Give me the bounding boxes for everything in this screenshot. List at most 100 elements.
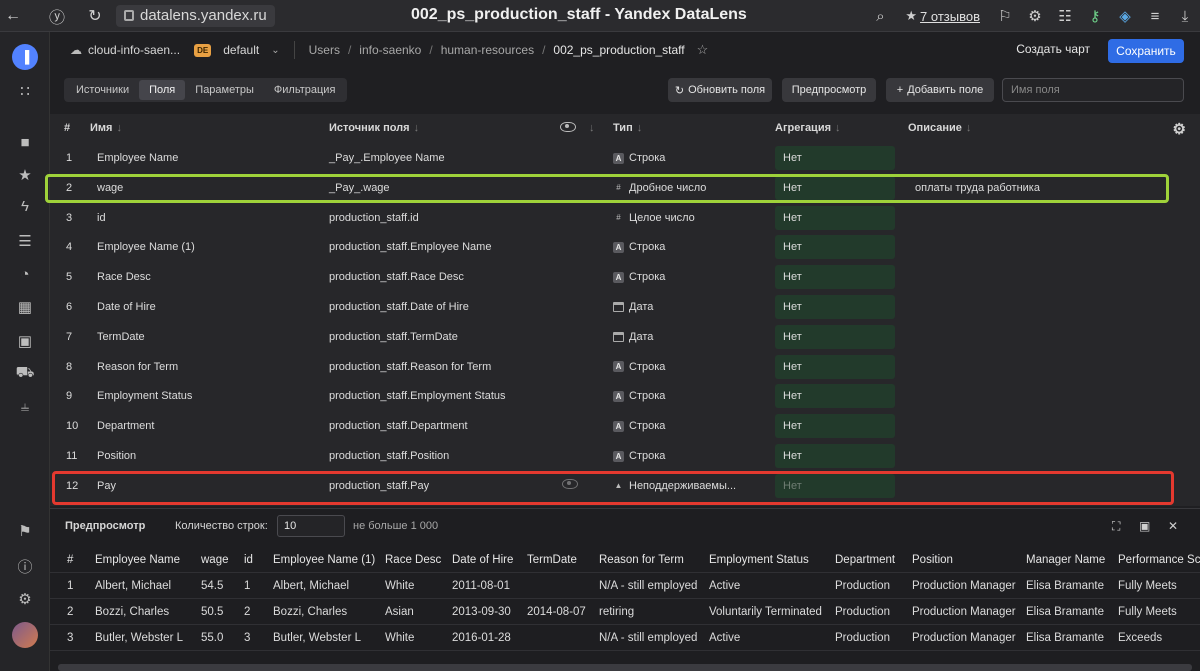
- header-aggregation[interactable]: Агрегация ↓: [775, 122, 841, 134]
- extension-icon[interactable]: ⚙: [1020, 0, 1050, 32]
- download-icon[interactable]: ⤓: [1170, 0, 1200, 32]
- field-source[interactable]: production_staff.id: [329, 212, 419, 224]
- header-type[interactable]: Тип ↓: [613, 122, 642, 134]
- notifications-icon[interactable]: ⚑: [0, 522, 50, 540]
- field-type-select[interactable]: A Строка: [613, 390, 665, 402]
- back-icon[interactable]: ←: [0, 0, 26, 32]
- aggregation-select[interactable]: Нет: [775, 324, 895, 349]
- tab-filtering[interactable]: Фильтрация: [264, 80, 345, 100]
- field-source[interactable]: production_staff.Reason for Term: [329, 361, 491, 373]
- user-avatar[interactable]: [12, 622, 38, 648]
- aggregation-select[interactable]: Нет: [775, 295, 895, 319]
- field-row[interactable]: 2 wage _Pay_.wage # Дробное число Нет оплаты т…: [50, 173, 1200, 203]
- field-name[interactable]: Position: [97, 450, 136, 462]
- aggregation-select[interactable]: Нет: [775, 175, 895, 200]
- field-name[interactable]: Department: [97, 420, 154, 432]
- field-type-select[interactable]: A Строка: [613, 361, 665, 373]
- aggregation-select[interactable]: Нет: [775, 205, 895, 230]
- apps-grid-icon[interactable]: ∷: [0, 82, 50, 100]
- field-type-select[interactable]: A Строка: [613, 152, 665, 164]
- field-type-select[interactable]: # Целое число: [613, 212, 695, 224]
- field-name[interactable]: id: [97, 212, 106, 224]
- preview-column-header[interactable]: TermDate: [527, 554, 577, 566]
- aggregation-select[interactable]: Нет: [775, 384, 895, 409]
- field-row[interactable]: 5 Race Desc production_staff.Race Desc A Стр…: [50, 262, 1200, 292]
- layers-icon[interactable]: ◈: [1110, 0, 1140, 32]
- chart-pie-icon[interactable]: ◔: [0, 266, 50, 283]
- refresh-fields-button[interactable]: ↻ Обновить поля: [668, 78, 772, 102]
- aggregation-select[interactable]: Нет: [775, 444, 895, 468]
- search-icon[interactable]: ⌕: [865, 0, 895, 32]
- field-row[interactable]: 3 id production_staff.id # Целое число Нет: [50, 203, 1200, 233]
- tab-parameters[interactable]: Параметры: [185, 80, 264, 100]
- breadcrumb-users[interactable]: Users: [309, 43, 340, 57]
- field-source[interactable]: production_staff.Position: [329, 450, 449, 462]
- key-icon[interactable]: ⚷: [1080, 0, 1110, 32]
- field-name[interactable]: Race Desc: [97, 271, 151, 283]
- horizontal-scrollbar[interactable]: [58, 664, 1192, 671]
- field-type-select[interactable]: # Дробное число: [613, 182, 706, 194]
- preview-column-header[interactable]: Employment Status: [709, 554, 809, 566]
- aggregation-select[interactable]: Нет: [775, 473, 895, 498]
- field-source[interactable]: production_staff.Date of Hire: [329, 301, 469, 313]
- address-bar[interactable]: datalens.yandex.ru: [116, 4, 275, 27]
- fullscreen-icon[interactable]: ⛶: [1112, 519, 1120, 534]
- breadcrumb-info-saenko[interactable]: info-saenko: [359, 43, 421, 57]
- aggregation-select[interactable]: Нет: [775, 146, 895, 170]
- aggregation-select[interactable]: Нет: [775, 265, 895, 290]
- datalens-logo-icon[interactable]: ▐: [12, 44, 38, 70]
- sort-icon[interactable]: ↓: [589, 122, 595, 134]
- field-source[interactable]: production_staff.TermDate: [329, 331, 458, 343]
- preview-column-header[interactable]: id: [244, 554, 253, 566]
- field-type-select[interactable]: ▲ Неподдерживаемы...: [613, 480, 737, 492]
- save-button[interactable]: Сохранить: [1108, 39, 1184, 63]
- sliders-icon[interactable]: ⫨: [0, 398, 50, 415]
- reload-icon[interactable]: ↻: [82, 0, 108, 32]
- field-name[interactable]: Reason for Term: [97, 361, 178, 373]
- field-name[interactable]: wage: [97, 182, 123, 194]
- field-source[interactable]: production_staff.Employee Name: [329, 241, 491, 253]
- side-panel-icon[interactable]: ▣: [1139, 519, 1150, 533]
- favorite-star-icon[interactable]: ☆: [697, 42, 709, 58]
- aggregation-select[interactable]: Нет: [775, 414, 895, 439]
- aggregation-select[interactable]: Нет: [775, 354, 895, 379]
- yandex-logo-icon[interactable]: ⓨ: [44, 0, 70, 32]
- field-source[interactable]: production_staff.Employment Status: [329, 390, 506, 402]
- field-name[interactable]: Employee Name: [97, 152, 178, 164]
- favorites-icon[interactable]: ★: [0, 166, 50, 184]
- folder-icon[interactable]: ■: [0, 134, 50, 151]
- help-icon[interactable]: ⓘ: [0, 556, 50, 577]
- field-row[interactable]: 11 Position production_staff.Position A Стро…: [50, 441, 1200, 471]
- header-source[interactable]: Источник поля ↓: [329, 122, 419, 134]
- preview-column-header[interactable]: Race Desc: [385, 554, 441, 566]
- bookmark-icon[interactable]: ⚐: [990, 0, 1020, 32]
- breadcrumb-human-resources[interactable]: human-resources: [441, 43, 534, 57]
- field-source[interactable]: _Pay_.Employee Name: [329, 152, 445, 164]
- list-icon[interactable]: ☰: [0, 232, 50, 250]
- field-name[interactable]: Pay: [97, 480, 116, 492]
- header-description[interactable]: Описание ↓: [908, 122, 971, 134]
- field-source[interactable]: _Pay_.wage: [329, 182, 390, 194]
- field-name[interactable]: Date of Hire: [97, 301, 156, 313]
- field-type-select[interactable]: A Строка: [613, 241, 665, 253]
- field-row[interactable]: 7 TermDate production_staff.TermDate Дата Не…: [50, 322, 1200, 352]
- create-chart-button[interactable]: Создать чарт: [1016, 42, 1090, 56]
- field-row[interactable]: 6 Date of Hire production_staff.Date of Hi…: [50, 292, 1200, 322]
- field-row[interactable]: 8 Reason for Term production_staff.Reason …: [50, 352, 1200, 382]
- aggregation-select[interactable]: Нет: [775, 235, 895, 260]
- preview-column-header[interactable]: Performance Sc: [1118, 554, 1200, 566]
- field-type-select[interactable]: A Строка: [613, 420, 665, 432]
- close-icon[interactable]: ✕: [1168, 519, 1178, 533]
- preview-column-header[interactable]: Reason for Term: [599, 554, 684, 566]
- field-source[interactable]: production_staff.Race Desc: [329, 271, 464, 283]
- field-source[interactable]: production_staff.Department: [329, 420, 468, 432]
- dashboard-icon[interactable]: ▦: [0, 298, 50, 316]
- table-settings-gear-icon[interactable]: ⚙: [1173, 120, 1186, 138]
- field-name[interactable]: TermDate: [97, 331, 145, 343]
- preview-column-header[interactable]: #: [67, 554, 73, 566]
- field-row[interactable]: 9 Employment Status production_staff.Emplo…: [50, 381, 1200, 411]
- tab-fields[interactable]: Поля: [139, 80, 186, 100]
- preview-button[interactable]: Предпросмотр: [782, 78, 876, 102]
- settings-icon[interactable]: ⚙: [0, 590, 50, 608]
- field-type-select[interactable]: Дата: [613, 331, 653, 343]
